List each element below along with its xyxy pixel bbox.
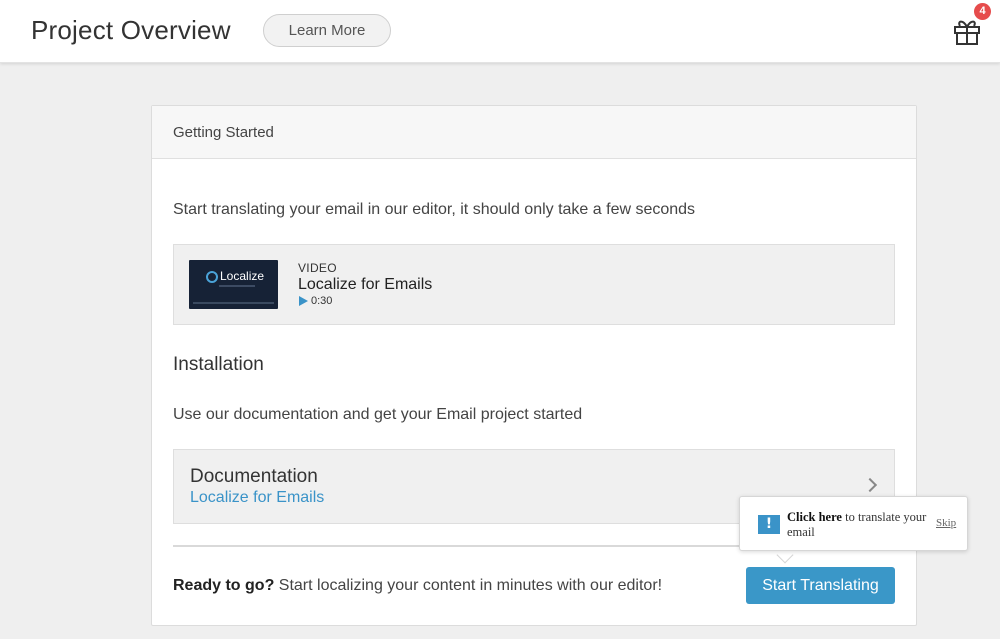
page-title: Project Overview bbox=[31, 15, 231, 45]
play-icon[interactable] bbox=[299, 296, 308, 306]
tooltip-bold-text[interactable]: Click here bbox=[787, 510, 842, 524]
video-item[interactable]: Localize VIDEO Localize for Emails 0:30 bbox=[173, 244, 895, 325]
installation-text: Use our documentation and get your Email… bbox=[173, 406, 583, 423]
gift-icon[interactable] bbox=[951, 15, 983, 47]
exclamation-icon: ! bbox=[758, 515, 780, 534]
ready-text-bold: Ready to go? bbox=[173, 577, 275, 594]
localize-logo-icon bbox=[206, 271, 218, 283]
video-thumbnail[interactable]: Localize bbox=[189, 260, 278, 309]
card-header: Getting Started bbox=[152, 106, 916, 159]
chevron-right-icon[interactable] bbox=[862, 477, 878, 493]
start-translating-button[interactable]: Start Translating bbox=[746, 567, 895, 604]
thumbnail-logo-text: Localize bbox=[220, 269, 265, 283]
tooltip-text: Click here to translate your email bbox=[787, 510, 937, 540]
onboarding-tooltip: ! Click here to translate your email Ski… bbox=[739, 496, 968, 551]
notification-badge: 4 bbox=[974, 3, 991, 20]
ready-text-rest: Start localizing your content in minutes… bbox=[274, 577, 663, 594]
top-bar: Project Overview Learn More 4 bbox=[0, 0, 1000, 63]
installation-heading: Installation bbox=[173, 354, 264, 375]
learn-more-button[interactable]: Learn More bbox=[263, 14, 391, 47]
ready-text: Ready to go? Start localizing your conte… bbox=[173, 577, 662, 595]
card-header-title: Getting Started bbox=[173, 124, 274, 141]
documentation-link[interactable]: Localize for Emails bbox=[190, 489, 324, 507]
documentation-title: Documentation bbox=[190, 466, 318, 487]
thumbnail-subtitle-line bbox=[219, 285, 255, 287]
video-duration: 0:30 bbox=[311, 295, 333, 307]
skip-link[interactable]: Skip bbox=[936, 517, 956, 529]
video-label: VIDEO bbox=[298, 261, 337, 275]
intro-text: Start translating your email in our edit… bbox=[173, 201, 696, 218]
video-title[interactable]: Localize for Emails bbox=[298, 276, 432, 294]
thumbnail-progress-bar bbox=[193, 302, 274, 304]
